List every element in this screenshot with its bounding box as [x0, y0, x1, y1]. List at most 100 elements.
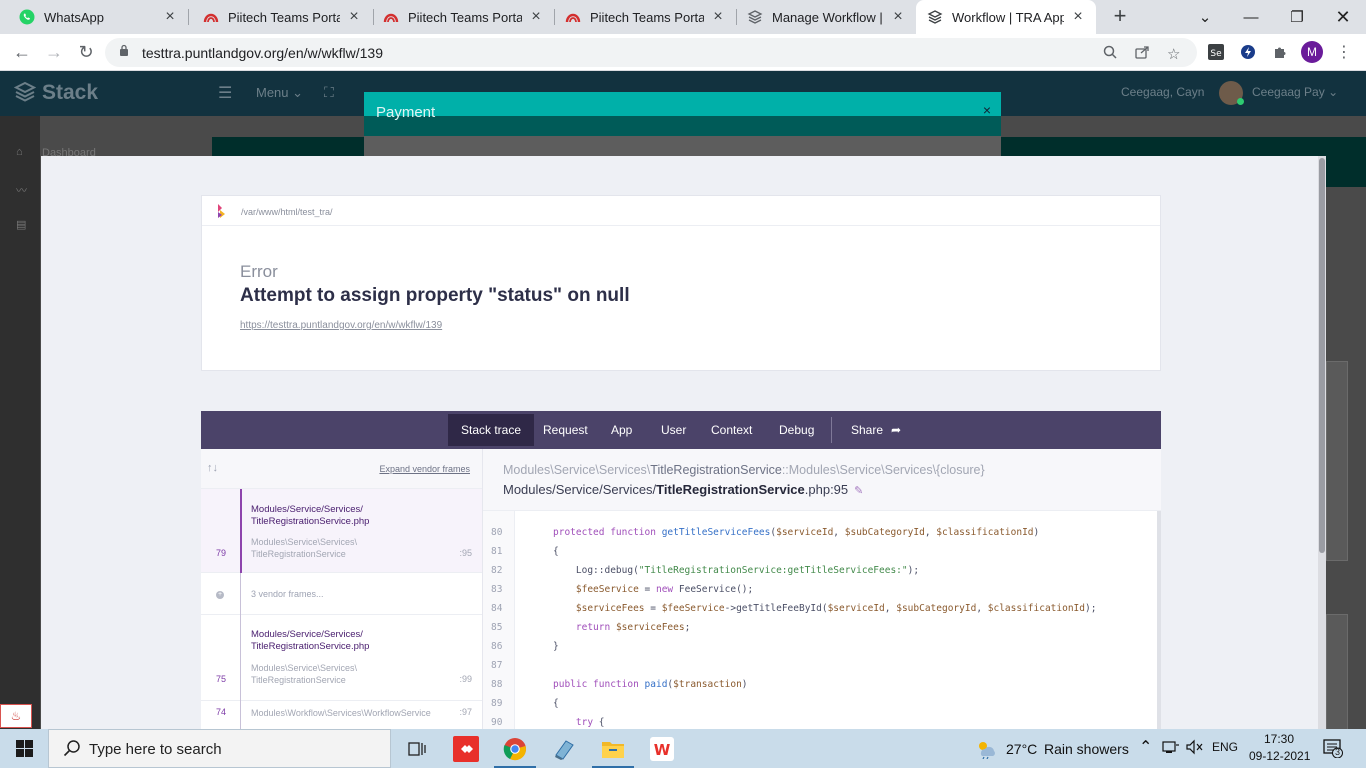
error-url-link[interactable]: https://testtra.puntlandgov.org/en/w/wkf… — [240, 320, 442, 331]
pencil-edit-icon[interactable]: ✎ — [854, 484, 863, 497]
windows-logo-icon — [15, 740, 33, 757]
tab-user[interactable]: User — [648, 414, 699, 446]
wps-office-icon[interactable]: W — [649, 736, 675, 762]
tab-stack-trace[interactable]: Stack trace — [448, 414, 535, 446]
close-icon[interactable]: × — [983, 102, 991, 118]
forward-button[interactable]: → — [42, 41, 66, 65]
tab-request[interactable]: Request — [530, 414, 601, 446]
close-icon[interactable]: × — [528, 8, 544, 26]
svg-text:W: W — [654, 741, 671, 759]
tab-title: Piitech Teams Portal — [408, 9, 522, 25]
anydesk-icon[interactable] — [453, 736, 479, 762]
stack-trace-panel: Stack trace Request App User Context Deb… — [201, 411, 1161, 729]
frame-item[interactable]: Modules/Service/Services/ TitleRegistrat… — [201, 489, 482, 573]
extensions-puzzle-icon[interactable] — [1269, 41, 1291, 63]
profile-avatar[interactable]: M — [1301, 41, 1323, 63]
code-snippet: 80 protected function getTitleServiceFees… — [483, 511, 1161, 729]
code-scrollbar[interactable] — [1157, 511, 1161, 729]
vendor-frames-toggle[interactable]: + 3 vendor frames... — [201, 573, 482, 615]
tab-title: WhatsApp — [44, 9, 104, 25]
windows-start-button[interactable] — [0, 729, 48, 768]
expand-vendor-frames-link[interactable]: Expand vendor frames — [379, 464, 470, 474]
code-line: 88 public function paid($transaction) — [483, 675, 1159, 694]
minimize-button[interactable]: — — [1228, 0, 1274, 34]
notification-center-icon[interactable]: 3 — [1322, 738, 1344, 759]
card-icon[interactable]: ▤ — [16, 218, 30, 231]
restore-button[interactable]: ❐ — [1274, 0, 1320, 34]
code-line: 80 protected function getTitleServiceFees… — [483, 523, 1159, 542]
app-sidebar: ⌂ 〰 ▤ — [0, 116, 40, 729]
hamburger-icon[interactable]: ☰ — [218, 83, 232, 103]
tab-debug[interactable]: Debug — [766, 414, 827, 446]
address-bar[interactable]: testtra.puntlandgov.org/en/w/wkflw/139 ☆ — [105, 38, 1197, 67]
share-page-icon[interactable] — [1135, 45, 1150, 63]
overlay-scrollbar-thumb[interactable] — [1319, 158, 1325, 553]
task-view-icon[interactable] — [404, 736, 430, 762]
browser-tab-workflow-active[interactable]: Workflow | TRA App × — [916, 0, 1096, 34]
selenium-extension-icon[interactable]: Se — [1205, 41, 1227, 63]
extension-badge-icon[interactable]: ♨ — [0, 704, 32, 728]
plus-icon: + — [216, 591, 224, 599]
notepad-app-icon[interactable] — [551, 736, 577, 762]
close-window-button[interactable]: ✕ — [1320, 0, 1366, 34]
tray-chevron-up-icon[interactable]: ⌃ — [1139, 737, 1152, 757]
app-user-name: Ceegaag, Cayn — [1121, 85, 1205, 99]
weather-temp[interactable]: 27°C — [1006, 741, 1037, 757]
app-user-menu[interactable]: Ceegaag Pay ⌄ — [1252, 85, 1338, 99]
browser-tab-piitech-3[interactable]: Piitech Teams Portal × — [554, 0, 736, 34]
close-icon[interactable]: × — [1070, 8, 1086, 26]
browser-tab-whatsapp[interactable]: WhatsApp × — [8, 0, 188, 34]
file-explorer-icon[interactable] — [592, 736, 634, 768]
home-icon[interactable]: ⌂ — [16, 146, 30, 158]
tab-search-button[interactable]: ⌄ — [1182, 0, 1228, 34]
new-tab-button[interactable]: + — [1108, 5, 1132, 29]
stack-icon — [926, 8, 944, 26]
code-line: 85 return $serviceFees; — [483, 618, 1159, 637]
code-line: 89 { — [483, 694, 1159, 713]
back-button[interactable]: ← — [10, 41, 34, 65]
frame-item[interactable]: Modules\Workflow\Services\WorkflowServic… — [201, 701, 482, 729]
close-icon[interactable]: × — [346, 8, 362, 26]
app-brand: Stack — [13, 81, 98, 105]
code-line-source: $serviceFees = $feeService->getTitleFeeB… — [575, 603, 1097, 614]
browser-tab-manage-workflow[interactable]: Manage Workflow | TRA App × — [736, 0, 916, 34]
speaker-muted-icon[interactable] — [1185, 739, 1203, 758]
extension-shield-icon[interactable] — [1237, 41, 1259, 63]
bookmark-star-icon[interactable]: ☆ — [1167, 45, 1180, 63]
taskbar-search-box[interactable]: Type here to search — [48, 729, 391, 768]
network-icon[interactable] — [1162, 740, 1180, 757]
code-line-number: 90 — [491, 717, 503, 728]
clock-time[interactable]: 17:30 — [1264, 732, 1294, 746]
browser-menu-icon[interactable]: ⋮ — [1333, 41, 1355, 63]
code-line-number: 86 — [491, 641, 503, 652]
activity-icon[interactable]: 〰 — [16, 182, 30, 197]
share-arrow-icon: ➦ — [891, 423, 902, 437]
close-icon[interactable]: × — [162, 8, 178, 26]
tab-title: Piitech Teams Portal — [590, 9, 704, 25]
close-icon[interactable]: × — [710, 8, 726, 26]
code-line-source: return $serviceFees; — [575, 622, 691, 633]
app-menu-dropdown[interactable]: Menu ⌄ — [256, 85, 303, 101]
frame-nav-arrows-icon[interactable]: ↑↓ — [207, 462, 218, 474]
svg-text:Se: Se — [1210, 49, 1222, 59]
tab-context[interactable]: Context — [698, 414, 765, 446]
browser-tab-piitech-1[interactable]: Piitech Teams Portal × — [192, 0, 372, 34]
share-button[interactable]: Share ➦ — [838, 414, 914, 446]
code-line: 87 — [483, 656, 1159, 675]
clock-date[interactable]: 09-12-2021 — [1249, 749, 1310, 763]
frame-item[interactable]: Modules/Service/Services/ TitleRegistrat… — [201, 615, 482, 701]
fullscreen-icon[interactable]: ⛶ — [324, 84, 334, 101]
zoom-icon[interactable] — [1103, 45, 1117, 63]
code-line: 86} — [483, 637, 1159, 656]
input-language[interactable]: ENG — [1212, 740, 1238, 754]
weather-icon[interactable] — [975, 739, 997, 762]
tab-app[interactable]: App — [598, 414, 645, 446]
chrome-icon[interactable] — [494, 736, 536, 768]
code-line-number: 82 — [491, 565, 503, 576]
weather-text[interactable]: Rain showers — [1044, 741, 1129, 757]
browser-tab-piitech-2[interactable]: Piitech Teams Portal × — [372, 0, 554, 34]
payment-modal-title: Payment — [376, 104, 436, 121]
tab-title: Workflow | TRA App — [952, 9, 1064, 25]
reload-button[interactable]: ↻ — [74, 41, 98, 65]
close-icon[interactable]: × — [890, 8, 906, 26]
